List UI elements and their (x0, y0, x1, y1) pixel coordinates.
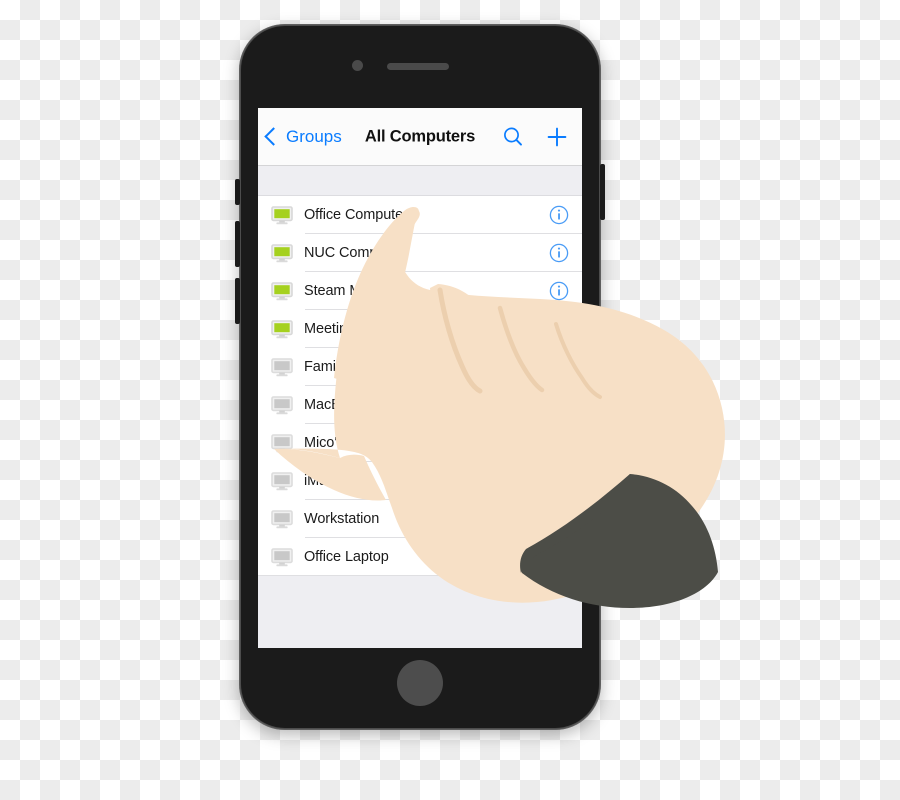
computer-list: Office Computer NUC Computer Steam Machine… (258, 196, 582, 576)
list-item-label: Meeting Room Computer (304, 321, 464, 337)
volume-down-button[interactable] (235, 278, 240, 324)
navbar-actions (502, 126, 568, 148)
list-item-label: Mico's (304, 435, 345, 451)
silent-switch-button[interactable] (235, 179, 240, 205)
list-item[interactable]: Steam Machine (258, 272, 582, 310)
monitor-icon (271, 281, 293, 301)
list-item[interactable]: NUC Computer (258, 234, 582, 272)
info-button[interactable] (549, 205, 569, 225)
list-empty-area (258, 576, 582, 648)
screenshot-canvas: Groups All Computers Office Computer NUC… (0, 0, 900, 800)
monitor-icon (271, 319, 293, 339)
info-button[interactable] (549, 243, 569, 263)
monitor-icon (271, 433, 293, 453)
volume-up-button[interactable] (235, 221, 240, 267)
monitor-icon (271, 395, 293, 415)
list-item-label: NUC Computer (304, 245, 402, 261)
list-item-label: iMac (304, 473, 335, 489)
list-item-label: MacBook Pro (304, 397, 390, 413)
monitor-icon (271, 243, 293, 263)
monitor-icon (271, 471, 293, 491)
list-item[interactable]: Family Laptop (258, 348, 582, 386)
power-button[interactable] (600, 164, 605, 220)
list-item-label: Workstation (304, 511, 380, 527)
list-item-label: Family Laptop (304, 359, 394, 375)
search-icon[interactable] (502, 126, 524, 148)
navigation-bar: Groups All Computers (258, 108, 582, 166)
list-item[interactable]: Office Computer (258, 196, 582, 234)
monitor-icon (271, 547, 293, 567)
plus-icon[interactable] (546, 126, 568, 148)
front-camera-icon (352, 60, 363, 71)
list-item[interactable]: Mico's (258, 424, 582, 462)
monitor-icon (271, 205, 293, 225)
list-item[interactable]: iMac (258, 462, 582, 500)
list-item[interactable]: Office Laptop (258, 538, 582, 576)
list-item[interactable]: Workstation (258, 500, 582, 538)
list-item-label: Steam Machine (304, 283, 404, 299)
search-bar-band[interactable] (258, 166, 582, 196)
info-button[interactable] (549, 281, 569, 301)
list-item[interactable]: Meeting Room Computer (258, 310, 582, 348)
monitor-icon (271, 357, 293, 377)
earpiece-speaker (387, 63, 449, 70)
list-item-label: Office Laptop (304, 549, 389, 565)
home-button[interactable] (397, 660, 443, 706)
phone-device: Groups All Computers Office Computer NUC… (235, 24, 605, 730)
list-item-label: Office Computer (304, 207, 408, 223)
monitor-icon (271, 509, 293, 529)
list-item[interactable]: MacBook Pro (258, 386, 582, 424)
phone-screen: Groups All Computers Office Computer NUC… (258, 108, 582, 648)
